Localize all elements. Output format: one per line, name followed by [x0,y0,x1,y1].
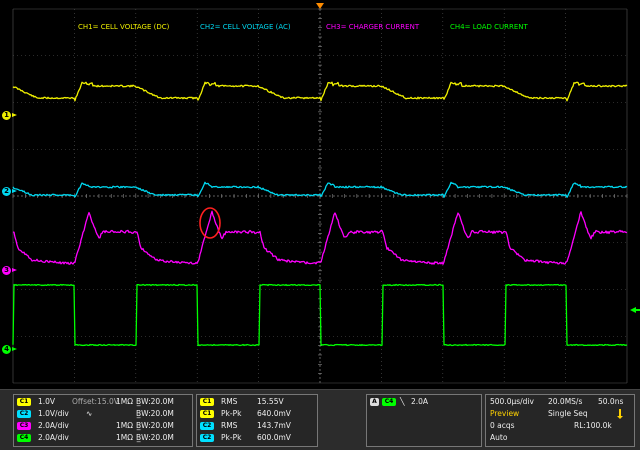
run-mode-row[interactable]: Auto [486,432,636,444]
ch1-ground-marker[interactable]: 1 [2,111,17,120]
meas1-name: RMS [221,397,238,406]
ch2-label: CH2= CELL VOLTAGE (AC) [200,23,291,31]
meas4-name: Pk-Pk [221,433,242,442]
trigger-mode-badge: A [370,398,379,406]
timebase: 500.0μs/div [490,397,534,406]
acq-count: 0 acqs [490,421,515,430]
c3-scale: 2.0A/div [38,421,69,430]
trigger-position-icon-tip [617,416,623,419]
ch3-marker-number: 3 [4,266,9,274]
vertical-row-c1[interactable]: C1 1.0V Offset:15.0V 1MΩ B̲W:20.0M [14,396,194,408]
measurement-row-4[interactable]: C2 Pk-Pk 600.0mV [197,432,319,444]
ch3-ground-marker[interactable]: 3 [2,266,17,275]
status-bar: C1 1.0V Offset:15.0V 1MΩ B̲W:20.0M C2 1.… [0,389,640,450]
c1-badge: C1 [17,398,31,406]
trigger-row[interactable]: A C4 ╲ 2.0A [367,396,483,408]
trigger-slope-icon: ╲ [400,397,405,406]
c3-impedance: 1MΩ [116,421,133,430]
vertical-row-c2[interactable]: C2 1.0V/div ∿ B̲W:20.0M [14,408,194,420]
ch3-label: CH3= CHARGER CURRENT [326,23,420,31]
c1-scale: 1.0V [38,397,56,406]
meas1-value: 15.55V [257,397,284,406]
ch2-marker-number: 2 [4,187,9,195]
timebase-row[interactable]: 500.0μs/div 20.0MS/s 50.0ns [486,396,636,408]
meas2-value: 640.0mV [257,409,291,418]
vertical-row-c3[interactable]: C3 2.0A/div 1MΩ B̲W:20.0M [14,420,194,432]
sample-rate: 20.0MS/s [548,397,583,406]
c2-badge: C2 [17,410,31,418]
c4-impedance: 1MΩ [116,433,133,442]
trigger-level-arrow-stem [635,309,640,311]
acq-state: Preview [490,409,520,418]
c4-bandwidth: B̲W:20.0M [136,433,174,442]
c4-scale: 2.0A/div [38,433,69,442]
oscilloscope-display: CH1= CELL VOLTAGE (DC) CH2= CELL VOLTAGE… [0,0,640,450]
ch1-label: CH1= CELL VOLTAGE (DC) [78,23,170,31]
c1-offset: Offset:15.0V [72,397,119,406]
measurement-row-3[interactable]: C2 RMS 143.7mV [197,420,319,432]
c2-scale: 1.0V/div [38,409,69,418]
c3-bandwidth: B̲W:20.0M [136,421,174,430]
trigger-panel[interactable]: A C4 ╲ 2.0A [366,394,482,447]
acquisition-panel[interactable]: 500.0μs/div 20.0MS/s 50.0ns Preview Sing… [485,394,635,447]
record-time: 50.0ns [598,397,624,406]
c4-badge: C4 [17,434,31,442]
vertical-row-c4[interactable]: C4 2.0A/div 1MΩ B̲W:20.0M [14,432,194,444]
meas1-badge: C1 [200,398,214,406]
meas4-value: 600.0mV [257,433,291,442]
meas2-name: Pk-Pk [221,409,242,418]
acq-seq-mode: Single Seq [548,409,588,418]
c3-badge: C3 [17,422,31,430]
meas3-value: 143.7mV [257,421,291,430]
measurement-row-1[interactable]: C1 RMS 15.55V [197,396,319,408]
measurements-panel[interactable]: C1 RMS 15.55V C1 Pk-Pk 640.0mV C2 RMS 14… [196,394,318,447]
acq-state-row[interactable]: Preview Single Seq [486,408,636,420]
ch2-ground-marker[interactable]: 2 [2,187,17,196]
run-mode: Auto [490,433,508,442]
c2-bandwidth: B̲W:20.0M [136,409,174,418]
ch1-marker-number: 1 [4,111,9,119]
meas3-badge: C2 [200,422,214,430]
ac-coupling-icon: ∿ [86,409,93,418]
measurement-row-2[interactable]: C1 Pk-Pk 640.0mV [197,408,319,420]
ch4-marker-number: 4 [4,345,9,353]
record-length: RL:100.0k [574,421,612,430]
meas2-badge: C1 [200,410,214,418]
ch4-label: CH4= LOAD CURRENT [450,23,528,31]
ch4-ground-marker[interactable]: 4 [2,345,17,354]
meas3-name: RMS [221,421,238,430]
c1-bandwidth: B̲W:20.0M [136,397,174,406]
trigger-level: 2.0A [411,397,429,406]
waveform-graticule [0,0,640,389]
c1-impedance: 1MΩ [116,397,133,406]
trigger-source-badge: C4 [382,398,396,406]
meas4-badge: C2 [200,434,214,442]
vertical-settings-panel[interactable]: C1 1.0V Offset:15.0V 1MΩ B̲W:20.0M C2 1.… [13,394,193,447]
acq-count-row[interactable]: 0 acqs RL:100.0k [486,420,636,432]
